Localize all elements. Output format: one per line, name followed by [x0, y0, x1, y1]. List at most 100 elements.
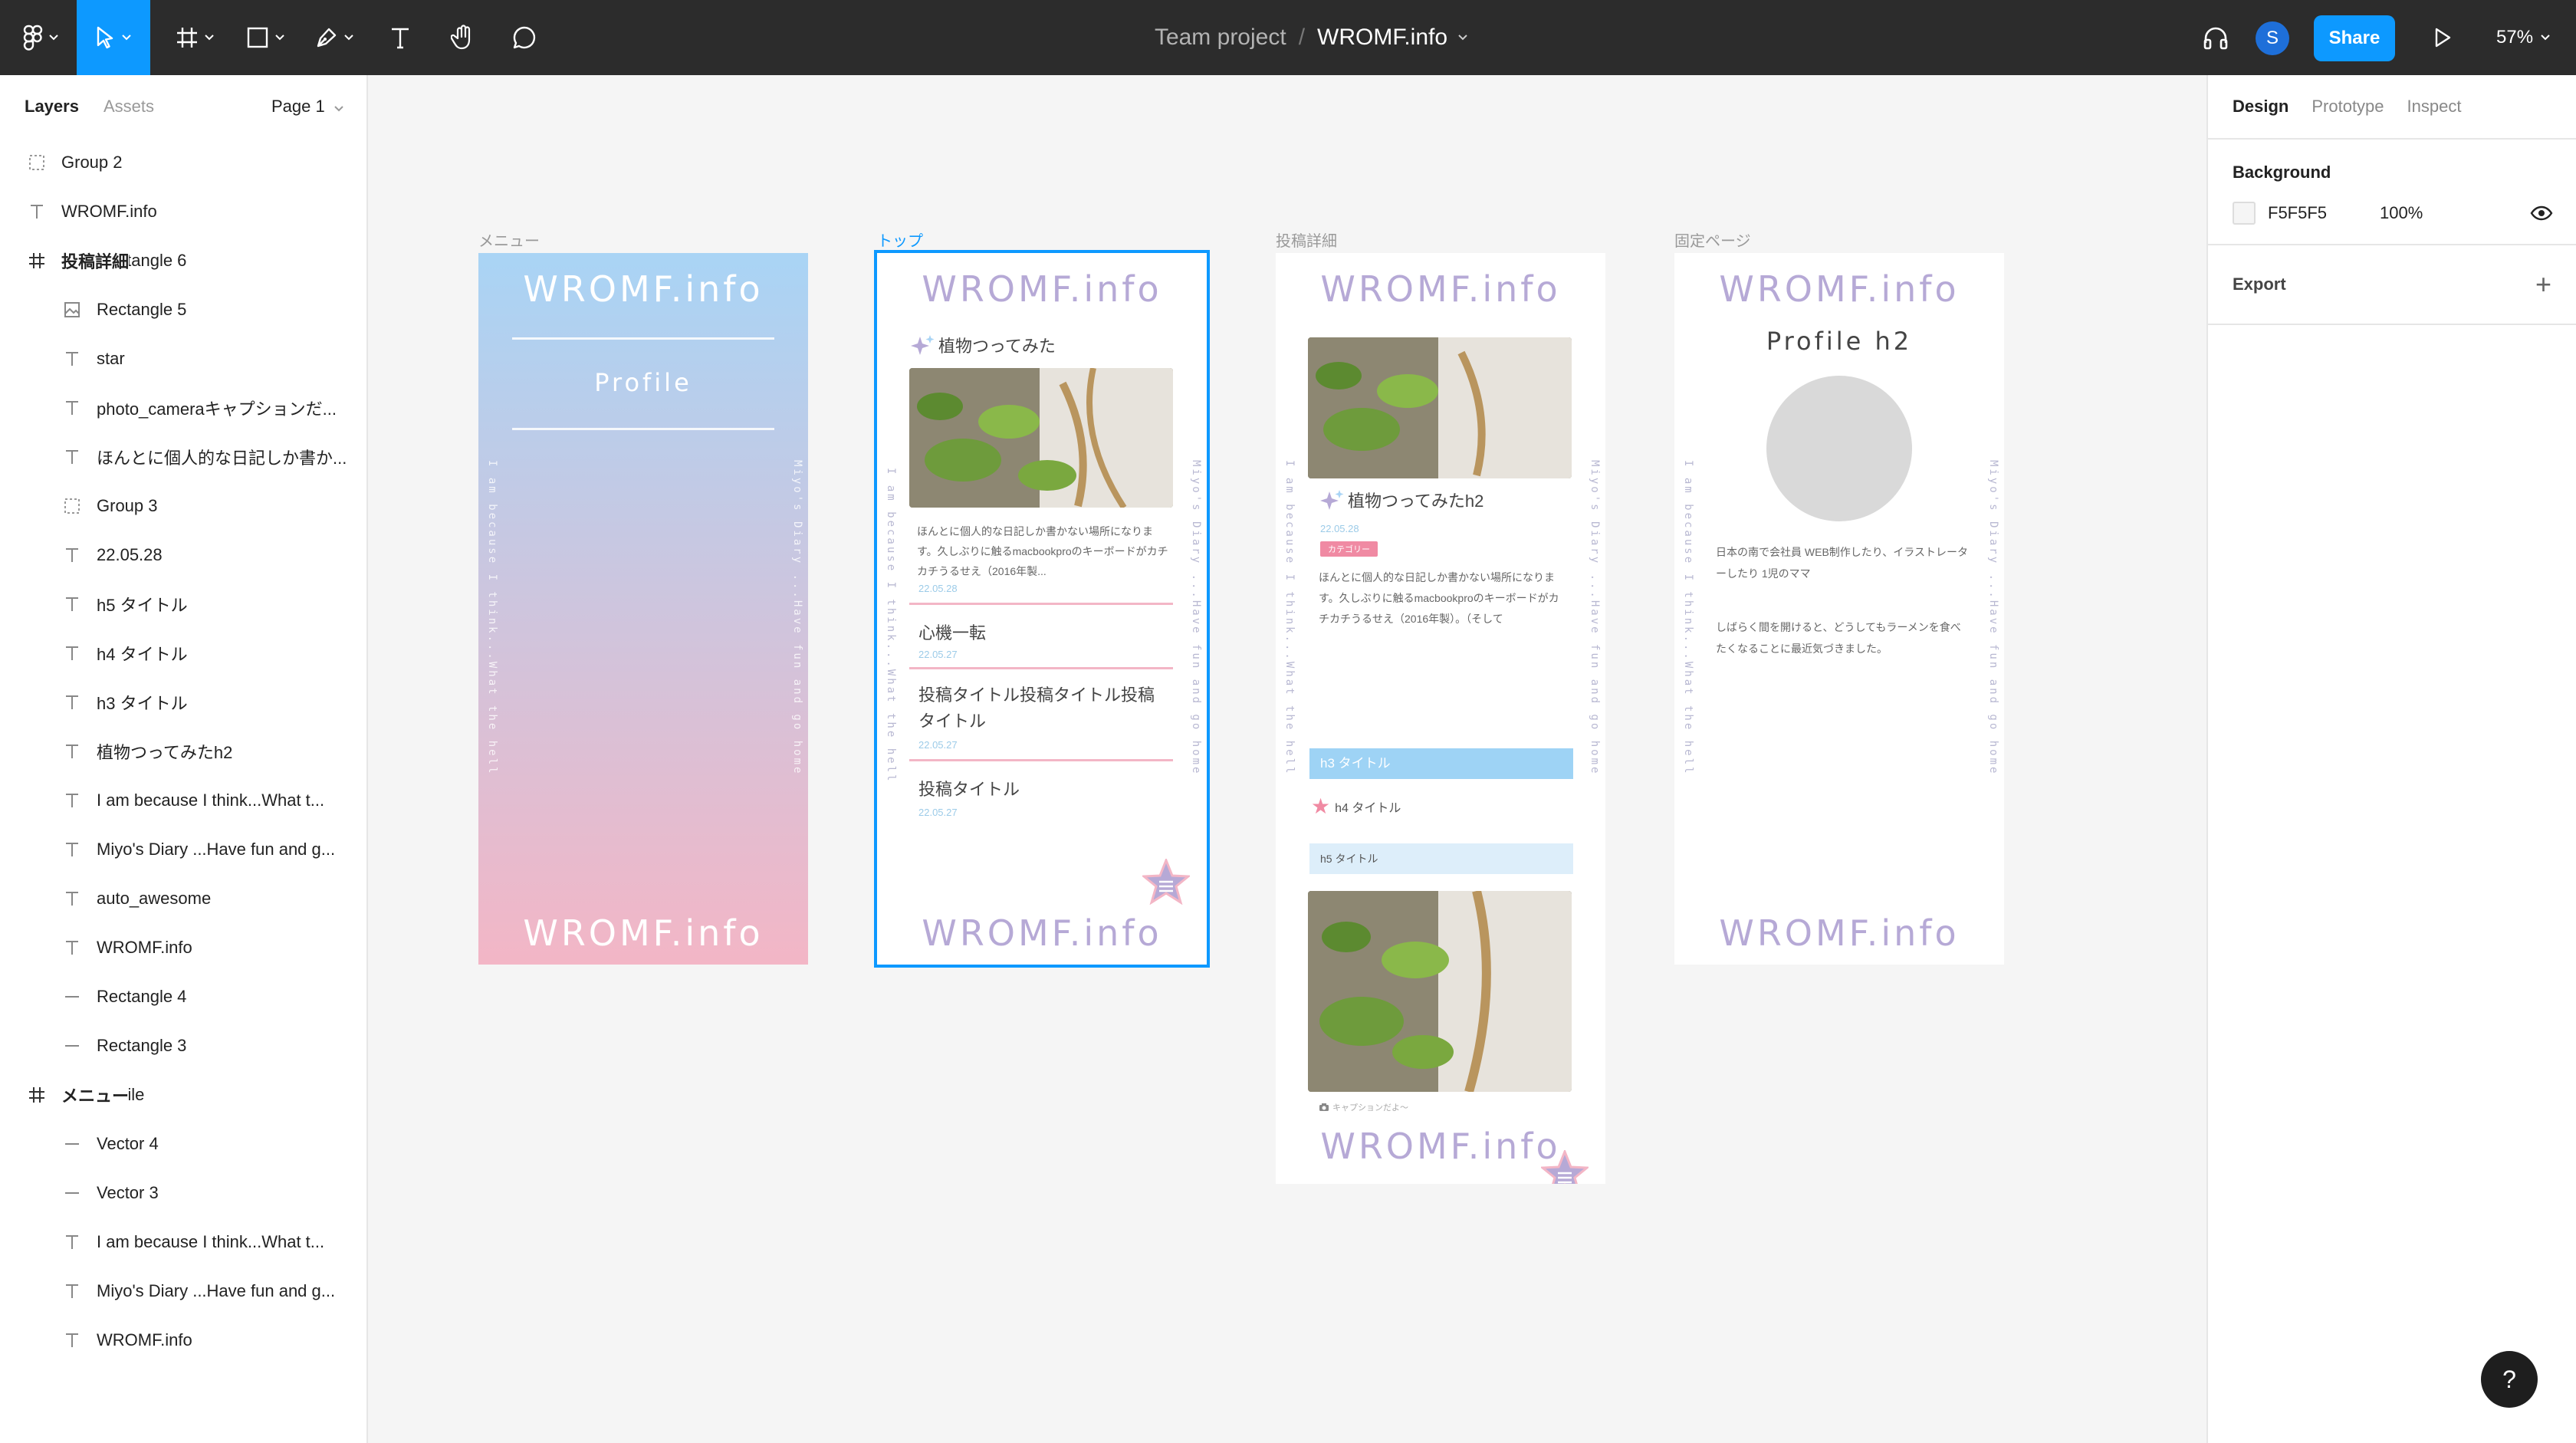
top-logo-bottom: WROMF.info [922, 912, 1162, 954]
plant-photo-image [909, 368, 1173, 508]
frame-label-menu[interactable]: メニュー [478, 228, 540, 251]
layer-row[interactable]: Miyo's Diary ...Have fun and g... [0, 825, 366, 874]
layer-row[interactable]: Rectangle 3 [0, 1021, 366, 1070]
fixed-logo-top: WROMF.info [1719, 268, 1960, 310]
present-button[interactable] [2420, 0, 2466, 75]
tab-design[interactable]: Design [2233, 97, 2288, 117]
figma-menu-button[interactable] [14, 0, 67, 75]
star-menu-icon[interactable] [1142, 859, 1190, 905]
chevron-down-icon [49, 35, 58, 41]
layer-name: h5 タイトル [97, 596, 188, 615]
layer-row[interactable]: h5 タイトル [0, 580, 366, 629]
file-name[interactable]: WROMF.info [1317, 25, 1447, 51]
add-export-button[interactable]: + [2535, 268, 2551, 301]
chevron-down-icon [122, 35, 131, 41]
toolbar: Team project / WROMF.info S Share 57% [0, 0, 2576, 75]
eye-icon[interactable] [2530, 205, 2553, 221]
tab-layers[interactable]: Layers [25, 97, 79, 117]
audio-button[interactable] [2193, 0, 2239, 75]
layer-row[interactable]: 植物つってみたh2 [0, 727, 366, 776]
zoom-dropdown[interactable]: 57% [2496, 0, 2550, 75]
post-item-title: 心機一転 [918, 623, 987, 643]
background-hex-input[interactable]: F5F5F5 [2268, 203, 2380, 223]
chevron-down-icon [344, 35, 353, 41]
text-icon [61, 692, 83, 713]
frame-label-detail[interactable]: 投稿詳細 [1276, 228, 1337, 251]
frame-label-fixed[interactable]: 固定ページ [1674, 228, 1751, 251]
detail-logo-bottom: WROMF.info [1320, 1126, 1561, 1167]
frame-tool-button[interactable] [164, 0, 225, 75]
layer-row[interactable]: Miyo's Diary ...Have fun and g... [0, 1267, 366, 1316]
layer-row[interactable]: Vector 4 [0, 1119, 366, 1169]
layer-row[interactable]: Rectangle 5 [0, 285, 366, 334]
menu-vertical-left: I am because I think...What the hell [486, 460, 498, 776]
layer-row[interactable]: star [0, 334, 366, 383]
layer-row[interactable]: WROMF.info [0, 1316, 366, 1365]
layer-name: I am because I think...What t... [97, 1232, 325, 1251]
layer-row[interactable]: auto_awesome [0, 874, 366, 923]
frame-label-top[interactable]: トップ [877, 228, 923, 251]
share-button[interactable]: Share [2314, 15, 2395, 61]
layer-row[interactable]: Rectangle 4 [0, 972, 366, 1021]
menu-logo-top: WROMF.info [523, 268, 764, 310]
profile-avatar-placeholder [1766, 376, 1912, 521]
frame-hash-icon [177, 28, 197, 48]
layer-row[interactable]: メニュー [0, 1070, 130, 1119]
chevron-down-icon [2541, 35, 2550, 41]
help-button[interactable]: ? [2481, 1351, 2538, 1408]
title-separator: / [1298, 25, 1306, 50]
tab-prototype[interactable]: Prototype [2312, 97, 2384, 117]
file-title[interactable]: Team project / WROMF.info [1135, 0, 1487, 75]
post-divider [909, 759, 1173, 761]
layer-row[interactable]: h4 タイトル [0, 629, 366, 678]
text-icon [61, 544, 83, 566]
text-tool-button[interactable] [379, 0, 422, 75]
frame-menu[interactable]: WROMF.info Profile I am because I think.… [478, 253, 808, 965]
image-icon [61, 299, 83, 320]
layer-row[interactable]: I am because I think...What t... [0, 1218, 366, 1267]
layer-row[interactable]: 投稿詳細 [0, 236, 130, 285]
background-fill-row: F5F5F5 100% [2233, 182, 2553, 244]
top-feature-heading: 植物つってみた [909, 333, 1056, 357]
layer-row[interactable]: ほんとに個人的な日記しか書か... [0, 432, 366, 482]
layer-name: photo_cameraキャプションだ... [97, 399, 337, 419]
move-tool-button[interactable] [77, 0, 150, 75]
frame-top[interactable]: WROMF.info 植物つってみた ほんとに個人的な日記しか書かない場所になり… [874, 250, 1210, 968]
hand-tool-button[interactable] [440, 0, 486, 75]
layer-row[interactable]: WROMF.info [0, 923, 366, 972]
page-selector[interactable]: Page 1 [271, 97, 343, 117]
layer-row[interactable]: Group 2 [0, 138, 366, 187]
canvas[interactable]: メニュー WROMF.info Profile I am because I t… [368, 75, 2206, 1443]
shape-tool-button[interactable] [235, 0, 296, 75]
frame-fixed[interactable]: WROMF.info Profile h2 日本の南で会社員 WEB制作したり、… [1674, 253, 2004, 965]
camera-icon [1319, 1103, 1329, 1111]
frame-detail[interactable]: WROMF.info 植物つってみたh2 22.05.28 カテゴリー ほんとに… [1276, 253, 1605, 1184]
frame-icon [26, 1084, 48, 1106]
fixed-h2: Profile h2 [1766, 327, 1913, 356]
zoom-level: 57% [2496, 27, 2534, 48]
background-swatch[interactable] [2233, 202, 2256, 225]
layer-row[interactable]: WROMF.info [0, 187, 366, 236]
plant-photo-image [1308, 337, 1572, 478]
play-icon [2435, 28, 2451, 48]
layer-row[interactable]: I am because I think...What t... [0, 776, 366, 825]
project-name[interactable]: Team project [1155, 25, 1286, 51]
comment-tool-button[interactable] [501, 0, 547, 75]
layer-row[interactable]: h3 タイトル [0, 678, 366, 727]
background-opacity-input[interactable]: 100% [2380, 203, 2423, 223]
hand-icon [451, 25, 471, 50]
user-avatar[interactable]: S [2256, 21, 2289, 55]
layer-row[interactable]: photo_cameraキャプションだ... [0, 383, 366, 432]
group-icon [26, 152, 48, 173]
comment-icon [513, 26, 536, 49]
chevron-down-icon[interactable] [1458, 35, 1467, 41]
layer-row[interactable]: Vector 3 [0, 1169, 366, 1218]
layer-row[interactable]: Group 3 [0, 482, 366, 531]
tab-inspect[interactable]: Inspect [2407, 97, 2462, 117]
top-feature-excerpt: ほんとに個人的な日記しか書かない場所になります。久しぶりに触るmacbookpr… [917, 525, 1168, 577]
tab-assets[interactable]: Assets [104, 97, 154, 117]
background-heading: Background [2233, 163, 2331, 182]
headphones-icon [2203, 27, 2228, 50]
layer-row[interactable]: 22.05.28 [0, 531, 366, 580]
pen-tool-button[interactable] [304, 0, 365, 75]
